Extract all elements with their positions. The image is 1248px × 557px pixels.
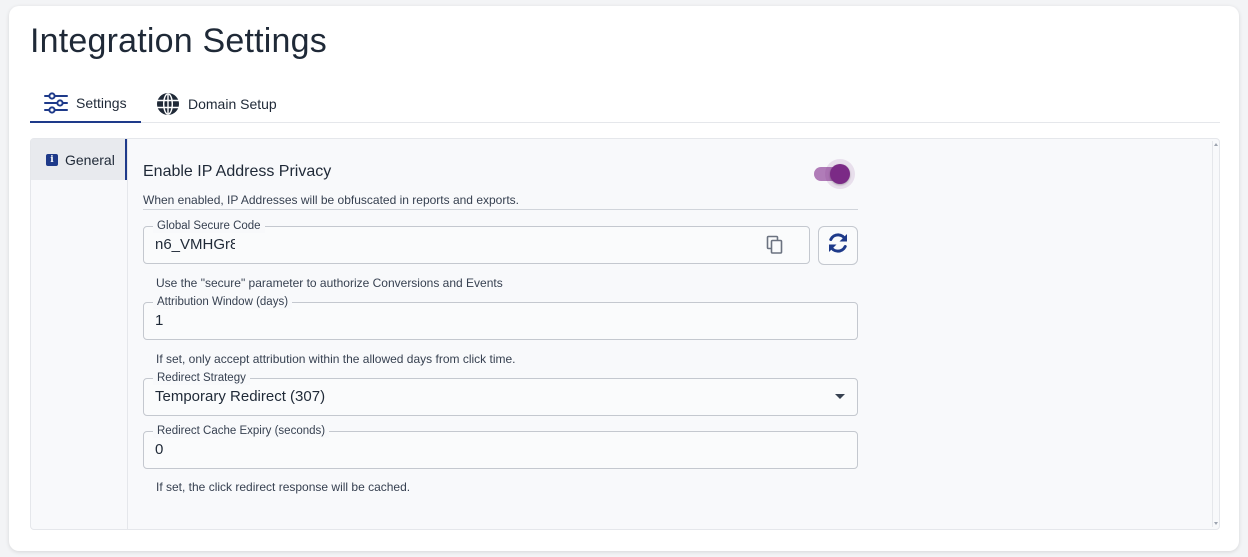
redirect-cache-input[interactable] xyxy=(155,441,755,458)
copy-icon[interactable] xyxy=(766,235,784,260)
secure-code-help: Use the "secure" parameter to authorize … xyxy=(156,276,503,290)
divider xyxy=(143,209,858,210)
side-nav-item-label: General xyxy=(65,151,115,168)
side-nav-item-general[interactable]: i General xyxy=(31,139,127,180)
toggle-thumb xyxy=(830,164,850,184)
refresh-icon xyxy=(826,231,850,260)
settings-panel: i General Enable IP Address Privacy When… xyxy=(30,138,1220,530)
attribution-window-input[interactable] xyxy=(155,312,755,329)
tab-bar: Settings Domain Setup xyxy=(30,84,1220,123)
redirect-cache-label: Redirect Cache Expiry (seconds) xyxy=(153,424,330,438)
attribution-window-label: Attribution Window (days) xyxy=(153,295,293,309)
redirect-strategy-value: Temporary Redirect (307) xyxy=(155,388,326,405)
dropdown-arrow-icon xyxy=(835,394,845,399)
tab-settings-label: Settings xyxy=(76,94,127,111)
scrollbar[interactable] xyxy=(1212,141,1218,527)
page-title: Integration Settings xyxy=(30,22,327,60)
sliders-icon xyxy=(44,91,68,114)
redirect-cache-help: If set, the click redirect response will… xyxy=(156,480,411,494)
ip-privacy-label: Enable IP Address Privacy xyxy=(143,163,332,180)
secure-code-field: Global Secure Code xyxy=(143,219,810,264)
redirect-strategy-select[interactable]: Redirect Strategy Temporary Redirect (30… xyxy=(143,371,858,416)
ip-privacy-help: When enabled, IP Addresses will be obfus… xyxy=(143,193,520,207)
side-nav: i General xyxy=(31,139,128,529)
scroll-down-icon[interactable] xyxy=(1214,522,1218,525)
globe-icon xyxy=(156,92,180,116)
regenerate-code-button[interactable] xyxy=(818,226,858,265)
attribution-window-help: If set, only accept attribution within t… xyxy=(156,352,516,366)
ip-privacy-toggle[interactable] xyxy=(812,161,852,185)
redirect-cache-field: Redirect Cache Expiry (seconds) xyxy=(143,424,858,469)
info-icon: i xyxy=(46,153,58,166)
tab-domain-setup-label: Domain Setup xyxy=(188,95,277,112)
scroll-up-icon[interactable] xyxy=(1214,143,1218,146)
tab-domain-setup[interactable]: Domain Setup xyxy=(154,84,277,123)
settings-card: Integration Settings Settings Domain Set… xyxy=(9,6,1239,551)
secure-code-label: Global Secure Code xyxy=(153,219,265,233)
general-settings-form: Enable IP Address Privacy When enabled, … xyxy=(143,139,859,529)
tab-settings[interactable]: Settings xyxy=(30,84,141,123)
secure-code-input[interactable] xyxy=(155,236,235,253)
attribution-window-field: Attribution Window (days) xyxy=(143,295,858,340)
redirect-strategy-label: Redirect Strategy xyxy=(153,371,250,385)
